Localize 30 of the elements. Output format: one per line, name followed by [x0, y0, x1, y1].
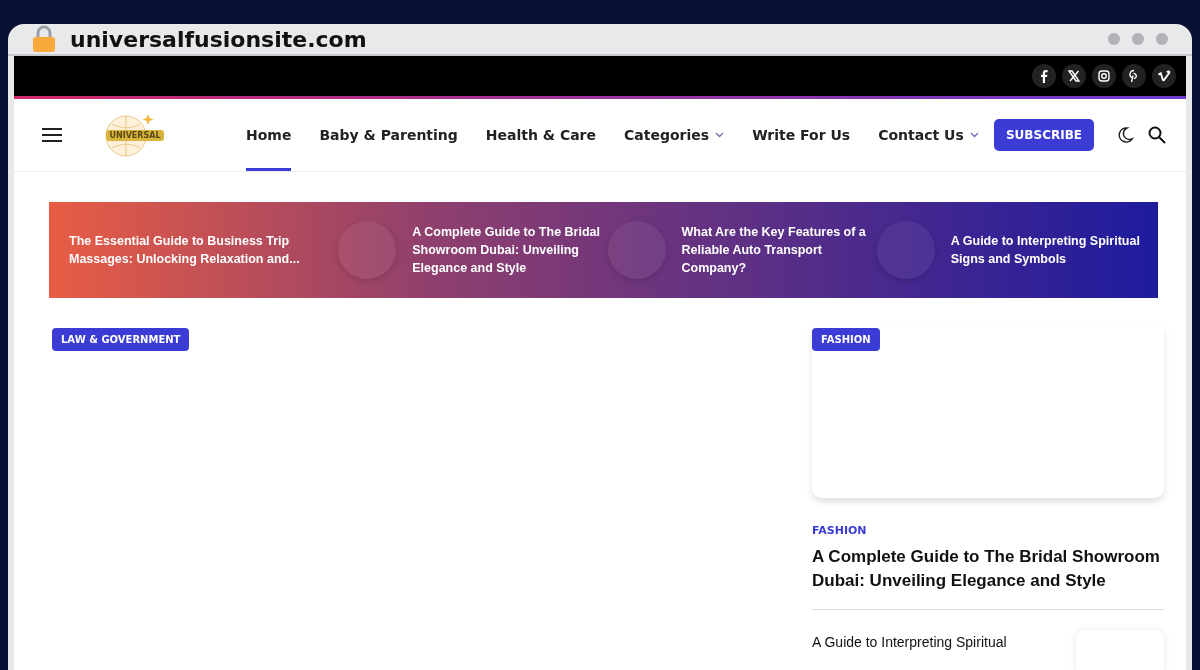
- search-icon[interactable]: [1148, 126, 1166, 145]
- category-tag[interactable]: LAW & GOVERNMENT: [52, 328, 190, 352]
- window-dot[interactable]: [1132, 33, 1144, 46]
- menu-icon[interactable]: [42, 128, 62, 143]
- nav-link[interactable]: Contact Us: [878, 99, 979, 172]
- moon-icon[interactable]: [1116, 126, 1134, 145]
- post-title[interactable]: A Complete Guide to The Bridal Showroom Dubai: Unveiling Elegance and Style: [812, 545, 1164, 593]
- subscribe-button[interactable]: SUBSCRIBE: [993, 119, 1094, 152]
- post-link[interactable]: The Essential Guide to Business Trip Massages: Unlocking Relaxation and...: [69, 232, 339, 269]
- facebook-icon[interactable]: [1032, 64, 1056, 89]
- category-tag[interactable]: FASHION: [812, 328, 880, 352]
- post-link[interactable]: A Complete Guide to The Bridal Showroom Dubai: Unveiling Elegance and Style: [412, 223, 608, 278]
- nav-link[interactable]: Health & Care: [485, 99, 597, 172]
- post-card[interactable]: FASHION: [812, 328, 1164, 499]
- window-dot[interactable]: [1156, 33, 1168, 46]
- post-link[interactable]: What Are the Key Features of a Reliable Auto Transport Company?: [681, 223, 877, 278]
- instagram-icon[interactable]: [1092, 64, 1116, 89]
- nav-link[interactable]: Baby & Parenting: [319, 99, 458, 172]
- lock-icon: [32, 25, 56, 54]
- nav-link[interactable]: Write For Us: [752, 99, 851, 172]
- x-icon[interactable]: [1062, 64, 1086, 89]
- nav-link[interactable]: Categories: [624, 99, 725, 172]
- vimeo-icon[interactable]: [1152, 64, 1176, 89]
- category-link[interactable]: FASHION: [812, 524, 1164, 538]
- window-dot[interactable]: [1108, 33, 1120, 46]
- post-link[interactable]: A Guide to Interpreting Spiritual Signs and Symbols: [950, 232, 1146, 269]
- nav-link[interactable]: Home: [246, 99, 292, 172]
- post-link[interactable]: A Guide to Interpreting Spiritual: [812, 634, 1007, 650]
- url-text[interactable]: universalfusionsite.com: [70, 26, 367, 52]
- site-logo[interactable]: UNIVERSAL: [100, 110, 170, 161]
